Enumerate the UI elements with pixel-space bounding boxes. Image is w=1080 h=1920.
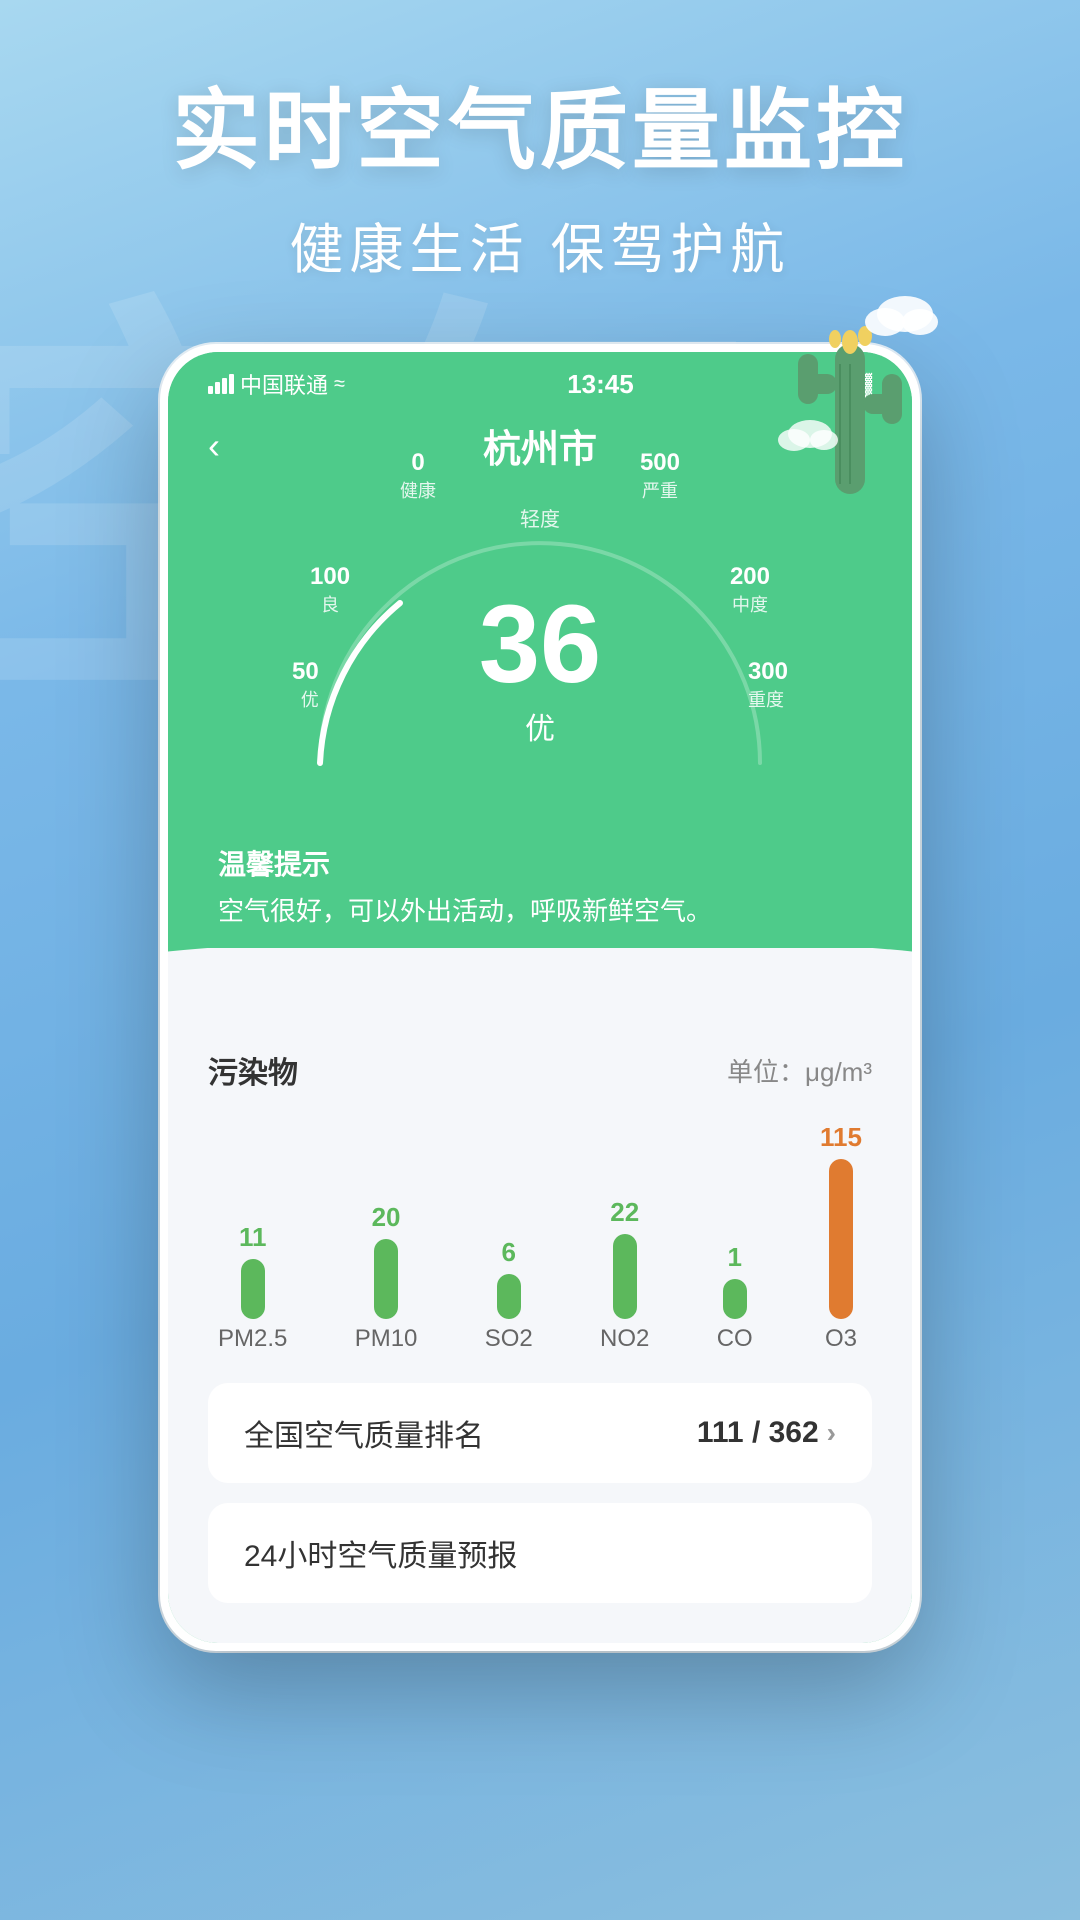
pollutant-bar xyxy=(374,1239,398,1319)
pollutants-grid: 11 PM2.5 20 PM10 6 SO2 22 NO2 1 CO 115 O… xyxy=(208,1122,872,1353)
gauge-container: 轻度 50 优 xyxy=(280,503,800,803)
pollutant-name: PM10 xyxy=(355,1325,418,1353)
gauge-label-300: 300 重度 xyxy=(748,658,788,712)
pollutants-unit: 单位：μg/m³ xyxy=(727,1052,872,1089)
gauge-top-label: 轻度 xyxy=(520,503,560,532)
pollutant-item: 115 O3 xyxy=(820,1122,862,1353)
status-left: 中国联通 ≈ xyxy=(208,368,345,400)
gauge-label-0: 0 健康 xyxy=(400,449,436,503)
phone-mockup: 中国联通 ≈ 13:45 ▓ ‹ 杭州市 轻度 xyxy=(160,344,920,1651)
hero-title: 实时空气质量监控 xyxy=(0,80,1080,181)
pollutants-title: 污染物 xyxy=(208,1048,298,1092)
pollutant-name: PM2.5 xyxy=(218,1325,287,1353)
forecast-title: 24小时空气质量预报 xyxy=(244,1540,517,1573)
pollutant-item: 11 PM2.5 xyxy=(218,1222,287,1353)
pollutant-name: O3 xyxy=(825,1325,857,1353)
pollutant-value: 115 xyxy=(820,1122,862,1153)
gauge-center: 36 优 xyxy=(479,590,601,748)
pollutant-name: SO2 xyxy=(485,1325,533,1353)
phone-container: 中国联通 ≈ 13:45 ▓ ‹ 杭州市 轻度 xyxy=(160,344,920,1651)
pollutant-value: 6 xyxy=(501,1237,515,1268)
pollutant-name: CO xyxy=(717,1325,753,1353)
pollutant-value: 11 xyxy=(239,1222,267,1253)
pollutant-bar xyxy=(241,1259,265,1319)
forecast-card[interactable]: 24小时空气质量预报 xyxy=(208,1503,872,1603)
pollutant-value: 22 xyxy=(610,1197,639,1228)
gauge-quality-label: 优 xyxy=(479,704,601,748)
back-button[interactable]: ‹ xyxy=(208,425,220,467)
pollutant-item: 1 CO xyxy=(717,1242,753,1353)
pollutant-bar xyxy=(613,1234,637,1319)
pollutant-bar xyxy=(723,1279,747,1319)
gauge-section: 轻度 50 优 xyxy=(168,493,912,833)
white-content: 污染物 单位：μg/m³ 11 PM2.5 20 PM10 6 SO2 22 N… xyxy=(168,1018,912,1643)
ranking-card[interactable]: 全国空气质量排名 111 / 362 › xyxy=(208,1383,872,1483)
pollutant-item: 22 NO2 xyxy=(600,1197,649,1353)
wifi-icon: ≈ xyxy=(334,373,345,396)
wave-divider xyxy=(168,948,912,1018)
pollutant-bar xyxy=(497,1274,521,1319)
carrier-name: 中国联通 xyxy=(240,368,328,400)
reminder-title: 温馨提示 xyxy=(218,843,862,883)
pollutant-name: NO2 xyxy=(600,1325,649,1353)
gauge-label-100: 100 良 xyxy=(310,563,350,617)
ranking-value: 111 / 362 › xyxy=(697,1416,836,1450)
cactus-decoration xyxy=(750,264,950,514)
pollutant-item: 20 PM10 xyxy=(355,1202,418,1353)
reminder-section: 温馨提示 空气很好，可以外出活动，呼吸新鲜空气。 xyxy=(168,833,912,948)
gauge-label-200: 200 中度 xyxy=(730,563,770,617)
pollutant-value: 20 xyxy=(372,1202,401,1233)
hero-section: 实时空气质量监控 健康生活 保驾护航 xyxy=(0,0,1080,284)
phone-inner: 中国联通 ≈ 13:45 ▓ ‹ 杭州市 轻度 xyxy=(168,352,912,1643)
status-time: 13:45 xyxy=(567,369,634,400)
gauge-label-50: 50 优 xyxy=(292,658,319,712)
gauge-label-500: 500 严重 xyxy=(640,449,680,503)
ranking-arrow: › xyxy=(827,1417,836,1449)
pollutant-value: 1 xyxy=(727,1242,741,1273)
gauge-value: 36 xyxy=(479,590,601,700)
reminder-text: 空气很好，可以外出活动，呼吸新鲜空气。 xyxy=(218,891,862,928)
pollutant-item: 6 SO2 xyxy=(485,1237,533,1353)
signal-icon xyxy=(208,374,234,394)
ranking-label: 全国空气质量排名 xyxy=(244,1411,484,1455)
city-name: 杭州市 xyxy=(483,418,597,473)
pollutant-bar xyxy=(829,1159,853,1319)
pollutants-header: 污染物 单位：μg/m³ xyxy=(208,1048,872,1092)
